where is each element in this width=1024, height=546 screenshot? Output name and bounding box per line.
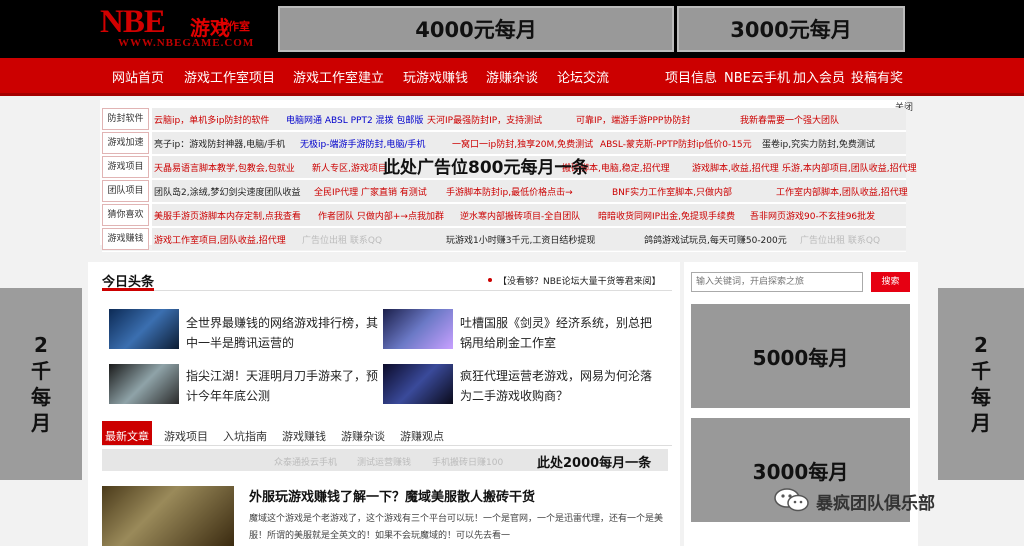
headlines-divider (102, 290, 672, 291)
news-link[interactable]: 吐槽国服《剑灵》经济系统，别总把锅甩给刷金工作室 (460, 313, 660, 353)
row-link[interactable]: 云脑ip，单机多ip防封的软件 (154, 113, 269, 126)
news-link[interactable]: 疯狂代理运营老游戏，网易为何沦落为二手游戏收购商？ (460, 366, 660, 406)
wechat-watermark: 暴疯团队俱乐部 (774, 487, 1000, 514)
link-row: 猜你喜欢 美服手游页游脚本内存定制,点我查看 作者团队 只做内部+→点我加群 逆… (102, 204, 906, 228)
news-thumbnail[interactable] (383, 364, 453, 404)
left-side-ad[interactable]: 2千每月 (0, 288, 82, 480)
row-links: 团队岛2,涂绒,梦幻剑尖速度团队收益 全民IP代理 广家直销 有测试 手游脚本防… (152, 180, 908, 202)
row-links: 云脑ip，单机多ip防封的软件 电脑网通 ABSL PPT2 混拨 包邮版 天河… (152, 108, 906, 130)
row-link[interactable]: 手游脚本防封ip,最低价格点击→ (446, 185, 573, 198)
nav-item-submit[interactable]: 投稿有奖 (851, 67, 903, 86)
row-link[interactable]: 美服手游页游脚本内存定制,点我查看 (154, 209, 301, 222)
row-link[interactable]: 广告位出租 联系QQ (302, 233, 382, 246)
row-link[interactable]: 天河IP最强防封IP，支持测试 (427, 113, 542, 126)
row-link[interactable]: 鸽鸽游戏试玩员,每天可赚50-200元 (644, 233, 787, 246)
tab-views[interactable]: 游赚观点 (400, 428, 444, 444)
left-side-ad-text: 2千每月 (31, 333, 51, 435)
article-excerpt: 魔域这个游戏是个老游戏了，这个游戏有三个平台可以玩！一个是官网，一个是迅雷代理，… (249, 514, 664, 541)
mid-ad-faded-link[interactable]: 众泰通投云手机 (274, 455, 337, 468)
row-link[interactable]: 乐游,本内部项目,团队收益,招代理 (782, 161, 917, 174)
article-title[interactable]: 外服玩游戏赚钱了解一下？魔域美服散人搬砖干货 (249, 486, 535, 505)
bullet-icon (488, 278, 492, 282)
mid-ad-faded-link[interactable]: 手机搬砖日赚100 (432, 455, 503, 468)
nav-item-join[interactable]: 加入会员 (793, 67, 845, 86)
row-link[interactable]: 游戏工作室项目,团队收益,招代理 (154, 233, 286, 246)
row-link[interactable]: 工作室内部脚本,团队收益,招代理 (776, 185, 908, 198)
news-link[interactable]: 全世界最赚钱的网络游戏排行榜，其中一半是腾讯运营的 (186, 313, 386, 353)
row-link[interactable]: 全民IP代理 广家直销 有测试 (314, 185, 427, 198)
nav-item-studio-setup[interactable]: 游戏工作室建立 (293, 67, 384, 86)
tab-latest[interactable]: 最新文章 (105, 428, 149, 444)
nav-item-project-info[interactable]: 项目信息 (665, 67, 717, 86)
row-link[interactable]: 暗暗收货同网IP出金,免提现手续费 (598, 209, 735, 222)
panel-overlay-ad[interactable]: 此处广告位800元每月一条 (383, 153, 589, 178)
nav-item-studio-projects[interactable]: 游戏工作室项目 (184, 67, 275, 86)
right-side-ad-text: 2千每月 (971, 333, 991, 435)
row-link[interactable]: 天晶易语言脚本教学,包教会,包就业 (154, 161, 295, 174)
row-link[interactable]: 可靠IP，端游手游PPP协防封 (576, 113, 690, 126)
nav-item-home[interactable]: 网站首页 (112, 67, 164, 86)
row-link[interactable]: ABSL-蒙克斯-PPTP防封ip低价0-15元 (600, 137, 752, 150)
row-link[interactable]: 游戏脚本,收益,招代理 (692, 161, 779, 174)
row-link[interactable]: 作者团队 只做内部+→点我加群 (318, 209, 444, 222)
row-link[interactable]: 无极ip-端游手游防封,电脑/手机 (300, 137, 425, 150)
row-links: 美服手游页游脚本内存定制,点我查看 作者团队 只做内部+→点我加群 逆水寒内部搬… (152, 204, 906, 226)
row-link[interactable]: 我新春需要一个强大团队 (740, 113, 839, 126)
row-link[interactable]: 电脑网通 ABSL PPT2 混拨 包邮版 (286, 113, 423, 126)
logo-subtext: 工作室 (217, 20, 250, 33)
row-link[interactable]: 团队岛2,涂绒,梦幻剑尖速度团队收益 (154, 185, 300, 198)
tabs-divider (102, 445, 672, 446)
row-link[interactable]: 逆水寒内部搬砖项目-全自团队 (460, 209, 580, 222)
row-label: 游戏项目 (102, 156, 149, 178)
nav-item-play-earn[interactable]: 玩游戏赚钱 (403, 67, 468, 86)
row-link[interactable]: 广告位出租 联系QQ (800, 233, 880, 246)
row-links: 游戏工作室项目,团队收益,招代理 广告位出租 联系QQ 玩游戏1小时赚3千元,工… (152, 228, 906, 250)
mid-ad-faded-link[interactable]: 测试运营赚钱 (357, 455, 411, 468)
tab-guide[interactable]: 入坑指南 (223, 428, 267, 444)
row-label: 游戏加速 (102, 132, 149, 154)
search-input[interactable] (691, 272, 863, 292)
tab-talk[interactable]: 游赚杂谈 (341, 428, 385, 444)
nav-item-talk[interactable]: 游赚杂谈 (486, 67, 538, 86)
news-thumbnail[interactable] (383, 309, 453, 349)
site-logo[interactable]: NBE 游戏 工作室 WWW.NBEGAME.COM (100, 4, 275, 52)
logo-url: WWW.NBEGAME.COM (118, 37, 255, 49)
row-link[interactable]: 蛋卷ip,究实力防封,免费测试 (762, 137, 875, 150)
link-row: 防封软件 云脑ip，单机多ip防封的软件 电脑网通 ABSL PPT2 混拨 包… (102, 108, 906, 132)
watermark-text: 暴疯团队俱乐部 (816, 494, 935, 514)
top-ad-banner-1[interactable]: 4000元每月 (278, 6, 674, 52)
top-ad-banner-2[interactable]: 3000元每月 (677, 6, 905, 52)
nav-item-forum[interactable]: 论坛交流 (557, 67, 609, 86)
logo-mark: NBE (100, 4, 166, 40)
search-button[interactable]: 搜索 (871, 272, 910, 292)
main-nav: 网站首页 游戏工作室项目 游戏工作室建立 玩游戏赚钱 游赚杂谈 论坛交流 项目信… (0, 58, 1024, 96)
news-link[interactable]: 指尖江湖！天涯明月刀手游来了，预计今年年底公测 (186, 366, 386, 406)
mid-ad-text[interactable]: 此处2000每月一条 (537, 452, 651, 471)
row-link[interactable]: 吾非网页游戏90-不玄挂96批发 (750, 209, 875, 222)
row-link[interactable]: 新人专区,游戏项目 (312, 161, 387, 174)
article-thumbnail[interactable] (102, 486, 234, 546)
row-label: 团队项目 (102, 180, 149, 202)
row-link[interactable]: 亮子ip：游戏防封神器,电脑/手机 (154, 137, 285, 150)
row-link[interactable]: 玩游戏1小时赚3千元,工资日结秒提现 (446, 233, 595, 246)
right-side-ad[interactable]: 2千每月 (938, 288, 1024, 480)
row-link[interactable]: BNF实力工作室脚本,只做内部 (612, 185, 732, 198)
headlines-underline (102, 288, 154, 291)
news-thumbnail[interactable] (109, 364, 179, 404)
row-link[interactable]: 一窝口一ip防封,独享20M,免费测试 (452, 137, 593, 150)
row-label: 猜你喜欢 (102, 204, 149, 226)
tab-earn[interactable]: 游戏赚钱 (282, 428, 326, 444)
link-row: 团队项目 团队岛2,涂绒,梦幻剑尖速度团队收益 全民IP代理 广家直销 有测试 … (102, 180, 908, 204)
row-label: 游戏赚钱 (102, 228, 149, 250)
link-row: 游戏赚钱 游戏工作室项目,团队收益,招代理 广告位出租 联系QQ 玩游戏1小时赚… (102, 228, 906, 252)
nav-item-cloud-phone[interactable]: NBE云手机 (724, 67, 790, 86)
row-label: 防封软件 (102, 108, 149, 130)
wechat-icon (774, 488, 809, 512)
row-links: 亮子ip：游戏防封神器,电脑/手机 无极ip-端游手游防封,电脑/手机 一窝口一… (152, 132, 906, 154)
right-ad-1[interactable]: 5000每月 (691, 304, 910, 408)
tab-projects[interactable]: 游戏项目 (164, 428, 208, 444)
forum-notice-link[interactable]: 【没看够？NBE论坛大量干货等君来阅】 (498, 274, 661, 287)
news-thumbnail[interactable] (109, 309, 179, 349)
